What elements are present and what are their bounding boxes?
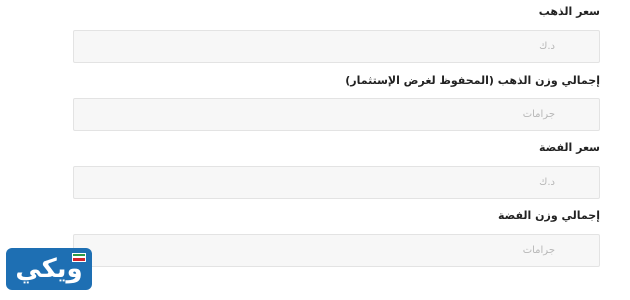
- wiki-logo: ويكي: [6, 248, 92, 290]
- silver-weight-field[interactable]: [73, 234, 600, 267]
- kuwait-flag-icon: [72, 253, 86, 262]
- gold-weight-input[interactable]: [74, 99, 599, 130]
- silver-price-field[interactable]: [73, 166, 600, 199]
- silver-weight-input[interactable]: [74, 235, 599, 266]
- silver-weight-label: إجمالي وزن الفضة: [497, 209, 600, 222]
- zakat-calculator-form: سعر الذهب إجمالي وزن الذهب (المحفوظ لغرض…: [0, 0, 630, 300]
- gold-price-field[interactable]: [73, 30, 600, 63]
- gold-weight-field[interactable]: [73, 98, 600, 131]
- gold-price-input[interactable]: [74, 31, 599, 62]
- gold-weight-label: إجمالي وزن الذهب (المحفوظ لغرض الإستثمار…: [345, 74, 600, 87]
- gold-price-label: سعر الذهب: [538, 5, 600, 18]
- silver-price-label: سعر الفضة: [538, 141, 600, 154]
- silver-price-input[interactable]: [74, 167, 599, 198]
